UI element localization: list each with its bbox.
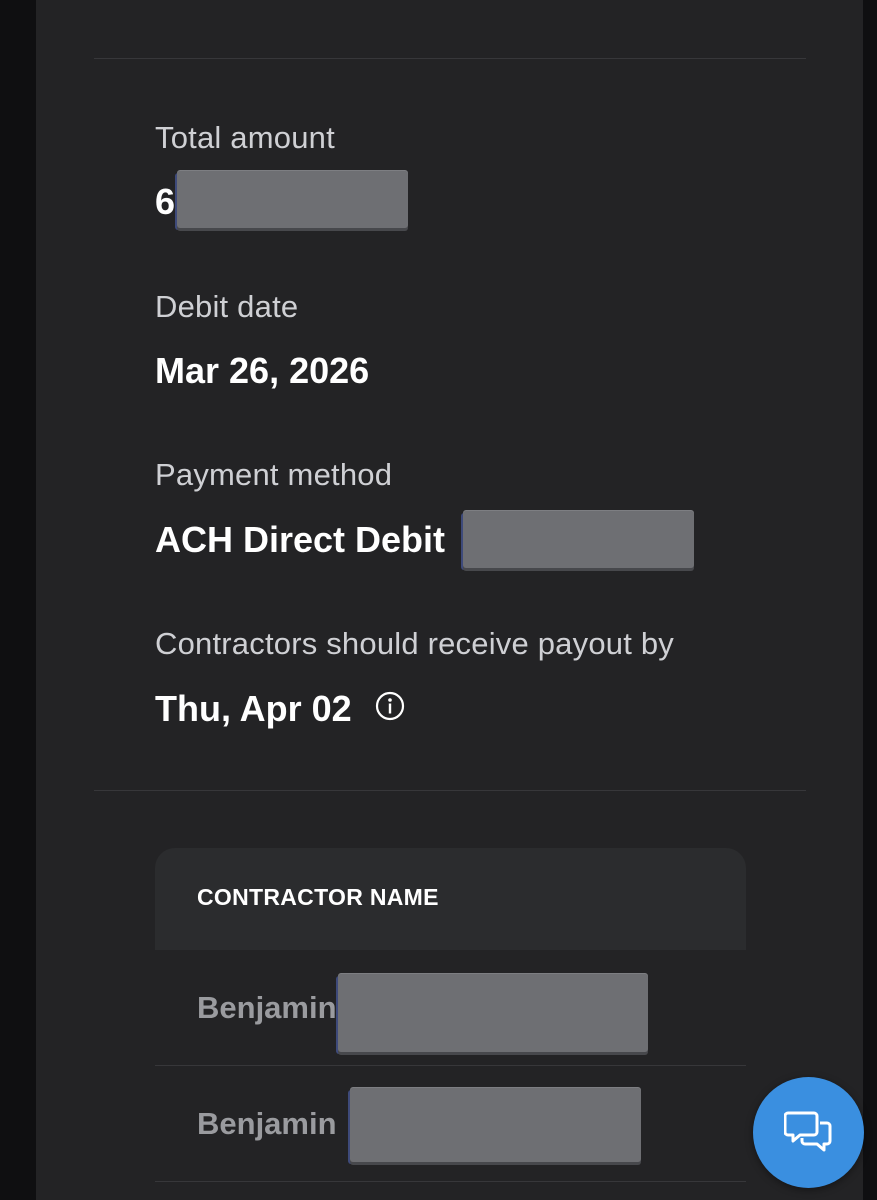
section-divider (94, 790, 806, 791)
redacted-surname (350, 1088, 641, 1162)
total-amount-value: 6 (155, 181, 176, 222)
debit-date-value: Mar 26, 2026 (155, 350, 370, 391)
total-amount-label: Total amount (155, 120, 335, 155)
top-divider (94, 58, 806, 59)
debit-date-label: Debit date (155, 289, 299, 324)
payout-date-value: Thu, Apr 02 (155, 688, 352, 729)
chat-bubbles-icon (784, 1111, 832, 1152)
redacted-account (463, 511, 694, 568)
table-header: CONTRACTOR NAME (155, 848, 746, 950)
contractor-name: Benjamin (197, 990, 337, 1025)
column-header-contractor-name[interactable]: CONTRACTOR NAME (197, 884, 439, 911)
chat-button[interactable] (753, 1077, 864, 1188)
redacted-surname (338, 974, 648, 1052)
right-edge (863, 0, 877, 1200)
payment-method-label: Payment method (155, 457, 393, 492)
contractor-name: Benjamin (197, 1106, 337, 1141)
redacted-amount (177, 171, 408, 228)
payout-label: Contractors should receive payout by (155, 626, 674, 661)
payment-method-value: ACH Direct Debit (155, 519, 446, 560)
info-circle-icon[interactable] (375, 691, 405, 721)
left-edge (0, 0, 36, 1200)
